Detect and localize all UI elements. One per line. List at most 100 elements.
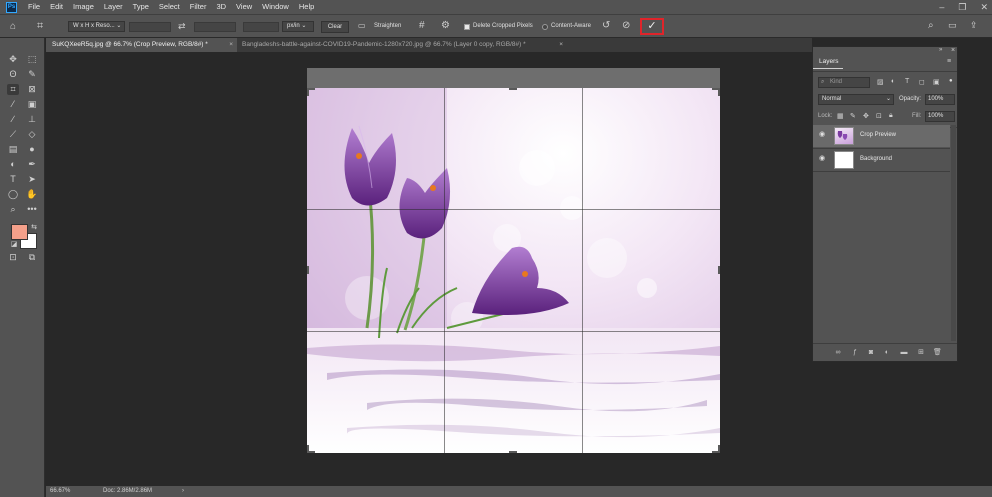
minimize-icon[interactable]: –	[939, 2, 944, 12]
eraser-tool-icon[interactable]: ◇	[26, 129, 38, 140]
crop-handle-right[interactable]	[718, 266, 720, 274]
crop-handle-bottom-left[interactable]	[307, 445, 309, 453]
zoom-level[interactable]: 66.67%	[50, 486, 70, 497]
swap-colors-icon[interactable]: ⇆	[28, 222, 40, 233]
rectangle-tool-icon[interactable]: ◯	[7, 189, 19, 200]
filter-toggle-icon[interactable]: ●	[949, 78, 953, 84]
restore-icon[interactable]: ❐	[958, 2, 966, 13]
screen-mode-icon[interactable]: ⧉	[26, 252, 38, 263]
crop-handle-top[interactable]	[509, 88, 517, 90]
frame-tool-icon[interactable]: ⊠	[26, 84, 38, 95]
workspace-icon[interactable]: ▭	[948, 20, 957, 31]
link-layers-icon[interactable]: ∞	[834, 349, 842, 357]
reset-icon[interactable]: ↺	[602, 20, 610, 31]
filter-kind-select[interactable]: ⌕ Kind	[818, 77, 870, 88]
cancel-icon[interactable]: ⊘	[622, 20, 630, 31]
path-selection-tool-icon[interactable]: ➤	[26, 174, 38, 185]
menu-select[interactable]: Select	[154, 0, 185, 14]
more-tools-icon[interactable]: •••	[26, 204, 38, 215]
blend-mode-select[interactable]: Normal ⌄	[818, 94, 894, 105]
eyedropper-tool-icon[interactable]: ⁄	[7, 99, 19, 110]
clear-button[interactable]: Clear	[321, 21, 349, 33]
close-tab-icon[interactable]: ×	[229, 38, 233, 52]
brush-tool-icon[interactable]: ∕	[7, 114, 19, 125]
delete-cropped-checkbox[interactable]	[464, 24, 470, 30]
quick-mask-icon[interactable]: ⊡	[7, 252, 19, 263]
crop-handle-top-right[interactable]	[718, 88, 720, 96]
height-field[interactable]	[194, 22, 236, 32]
move-tool-icon[interactable]: ✥	[7, 54, 19, 65]
visibility-eye-icon[interactable]: ◉	[819, 155, 827, 163]
tab-document-inactive[interactable]: Bangladeshs-battle-against-COVID19-Pande…	[236, 38, 567, 52]
resolution-field[interactable]	[243, 22, 279, 32]
pen-tool-icon[interactable]: ✒	[26, 159, 38, 170]
collapse-panel-icon[interactable]: »	[939, 47, 942, 53]
commit-crop-button[interactable]: ✓	[640, 18, 664, 35]
layer-row-background[interactable]: ◉ Background	[813, 149, 950, 171]
photoshop-logo[interactable]: Ps	[6, 1, 17, 13]
opacity-input[interactable]: 100%	[925, 94, 955, 105]
filter-adjustment-icon[interactable]: ◐	[891, 78, 895, 85]
panel-menu-icon[interactable]: ≡	[947, 58, 951, 65]
overlay-grid-icon[interactable]: #	[419, 20, 425, 31]
adjustment-layer-icon[interactable]: ◐	[883, 349, 891, 357]
menu-type[interactable]: Type	[128, 0, 154, 14]
hand-tool-icon[interactable]: ✋	[26, 189, 38, 200]
menu-3d[interactable]: 3D	[211, 0, 231, 14]
lasso-tool-icon[interactable]: ʘ	[7, 69, 19, 80]
home-icon[interactable]: ⌂	[10, 21, 16, 32]
close-panel-icon[interactable]: ×	[951, 47, 955, 54]
filter-smart-object-icon[interactable]: ▣	[933, 78, 940, 86]
crop-handle-bottom[interactable]	[509, 451, 517, 453]
menu-edit[interactable]: Edit	[45, 0, 68, 14]
search-icon[interactable]: ⌕	[928, 20, 934, 31]
filter-pixel-icon[interactable]: ▨	[877, 78, 884, 86]
lock-pixels-icon[interactable]: ✎	[850, 112, 856, 120]
close-tab-icon[interactable]: ×	[559, 38, 563, 52]
healing-brush-tool-icon[interactable]: ▣	[26, 99, 38, 110]
crop-handle-left[interactable]	[307, 266, 309, 274]
visibility-eye-icon[interactable]: ◉	[819, 131, 827, 139]
status-menu-arrow[interactable]: ›	[182, 486, 184, 497]
share-icon[interactable]: ⇪	[970, 20, 978, 31]
menu-view[interactable]: View	[231, 0, 257, 14]
type-tool-icon[interactable]: T	[7, 174, 19, 185]
lock-artboard-icon[interactable]: ⊡	[876, 112, 882, 120]
marquee-tool-icon[interactable]: ⬚	[26, 54, 38, 65]
layers-scrollbar[interactable]	[951, 125, 956, 341]
dodge-tool-icon[interactable]: ◐	[7, 159, 19, 170]
tab-layers[interactable]: Layers	[813, 55, 843, 69]
filter-type-icon[interactable]: T	[905, 78, 909, 85]
straighten-label[interactable]: Straighten	[374, 23, 401, 29]
zoom-tool-icon[interactable]: ⌕	[7, 204, 19, 215]
trash-icon[interactable]: 🗑︎	[933, 349, 942, 357]
blur-tool-icon[interactable]: ●	[26, 144, 38, 155]
menu-filter[interactable]: Filter	[185, 0, 212, 14]
new-layer-icon[interactable]: ⊞	[917, 349, 925, 357]
default-colors-icon[interactable]: ◪	[8, 239, 20, 250]
document-image[interactable]	[307, 88, 720, 453]
swap-icon[interactable]: ⇄	[178, 21, 186, 32]
crop-handle-top-left[interactable]	[307, 88, 309, 96]
menu-layer[interactable]: Layer	[99, 0, 128, 14]
gradient-tool-icon[interactable]: ▤	[7, 144, 19, 155]
add-mask-icon[interactable]: ◙	[867, 349, 875, 357]
ratio-preset-select[interactable]: W x H x Reso... ⌄	[68, 21, 125, 32]
straighten-icon[interactable]: ▭	[358, 21, 366, 30]
history-brush-tool-icon[interactable]: ⟋	[7, 129, 19, 140]
resolution-unit-select[interactable]: px/in ⌄	[282, 21, 314, 32]
group-folder-icon[interactable]: ▬	[900, 349, 908, 357]
filter-shape-icon[interactable]: ◻	[919, 78, 925, 86]
fill-input[interactable]: 100%	[925, 111, 955, 122]
foreground-color-swatch[interactable]	[11, 224, 28, 240]
gear-icon[interactable]: ⚙	[441, 20, 450, 31]
crop-handle-bottom-right[interactable]	[718, 445, 720, 453]
tab-document-active[interactable]: SuKQXeeR5q.jpg @ 66.7% (Crop Preview, RG…	[46, 38, 237, 52]
close-icon[interactable]: ✕	[980, 2, 988, 13]
canvas-area[interactable]	[46, 52, 812, 486]
lock-position-icon[interactable]: ✥	[863, 112, 869, 120]
clone-stamp-tool-icon[interactable]: ⊥	[26, 114, 38, 125]
quick-select-tool-icon[interactable]: ✎	[26, 69, 38, 80]
menu-window[interactable]: Window	[257, 0, 294, 14]
lock-transparency-icon[interactable]: ▦	[837, 112, 844, 120]
